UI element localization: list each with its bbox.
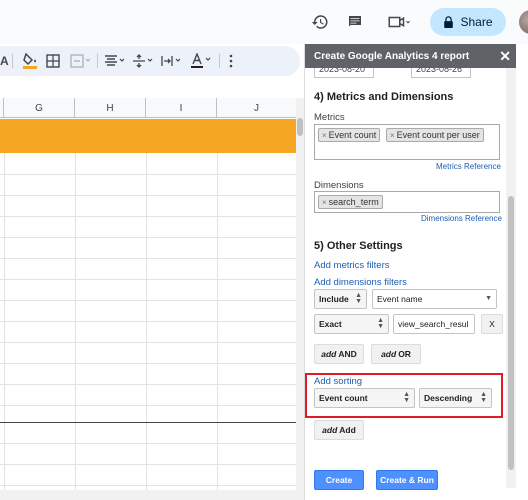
end-date-input[interactable]: 2023-08-26 <box>411 68 471 78</box>
grid-line <box>0 384 296 385</box>
top-app-bar: Share <box>0 0 528 44</box>
column-header-j[interactable]: J <box>217 98 296 118</box>
merge-cells-icon[interactable] <box>70 52 92 70</box>
metrics-label: Metrics <box>314 112 345 123</box>
more-icon[interactable] <box>228 52 234 70</box>
dimensions-label: Dimensions <box>314 180 364 191</box>
grid-line <box>0 300 296 301</box>
remove-filter-button[interactable]: X <box>481 314 503 334</box>
horizontal-align-icon[interactable] <box>104 52 128 70</box>
history-icon[interactable] <box>308 10 332 34</box>
dimensions-input[interactable]: × search_term <box>314 191 500 213</box>
sheet-grid[interactable]: G H I J <box>0 98 296 490</box>
toolbar-divider <box>12 54 13 68</box>
vertical-align-icon[interactable] <box>132 52 156 70</box>
filter-include-select[interactable]: Include ▲ ▼ <box>314 289 367 309</box>
grid-line <box>0 363 296 364</box>
add-or-button[interactable]: add OR <box>371 344 421 364</box>
grid-line <box>0 195 296 196</box>
share-button[interactable]: Share <box>430 8 506 36</box>
add-dimensions-filters-link[interactable]: Add dimensions filters <box>314 277 407 288</box>
dimension-chip[interactable]: × search_term <box>318 195 383 209</box>
grid-line <box>0 258 296 259</box>
grid-line <box>0 237 296 238</box>
metric-chip[interactable]: × Event count <box>318 128 381 142</box>
header-band <box>0 119 296 153</box>
ga4-report-panel: Create Google Analytics 4 report ✕ 2023-… <box>304 44 516 500</box>
sheet-horizontal-scrollbar[interactable] <box>0 490 304 500</box>
updown-arrow-icon: ▲ ▼ <box>377 317 384 330</box>
video-call-icon[interactable] <box>383 10 415 34</box>
filter-dimension-select[interactable]: Event name ▼ <box>372 289 497 309</box>
lock-icon <box>444 16 454 28</box>
grid-line <box>0 216 296 217</box>
updown-arrow-icon: ▲ ▼ <box>355 292 362 305</box>
grid-line <box>0 464 296 465</box>
remove-chip-icon[interactable]: × <box>322 131 327 140</box>
toolbar-divider <box>219 54 220 68</box>
panel-title: Create Google Analytics 4 report <box>314 50 470 62</box>
formatting-toolbar: A <box>0 46 300 76</box>
metrics-section-title: 4) Metrics and Dimensions <box>314 91 454 103</box>
grid-line <box>0 174 296 175</box>
text-rotation-icon[interactable] <box>160 52 184 70</box>
create-button[interactable]: Create <box>314 470 364 490</box>
start-date-input[interactable]: 2023-08-20 <box>314 68 374 78</box>
column-header-i[interactable]: I <box>146 98 217 118</box>
scrollbar-thumb[interactable] <box>297 118 303 136</box>
close-icon[interactable]: ✕ <box>499 48 511 64</box>
filter-value-input[interactable]: view_search_resul <box>393 314 475 334</box>
panel-scrollbar[interactable] <box>506 68 516 488</box>
borders-icon[interactable] <box>46 52 60 70</box>
avatar[interactable] <box>519 10 528 34</box>
share-label: Share <box>460 15 493 29</box>
sheet-vertical-scrollbar[interactable] <box>296 98 304 490</box>
grid-line <box>0 321 296 322</box>
metrics-input[interactable]: × Event count × Event count per user <box>314 124 500 160</box>
remove-chip-icon[interactable]: × <box>322 198 327 207</box>
sheet-bottom-border <box>0 422 296 423</box>
scrollbar-thumb[interactable] <box>508 196 514 470</box>
filter-match-select[interactable]: Exact ▲ ▼ <box>314 314 389 334</box>
add-sort-button[interactable]: add Add <box>314 420 364 440</box>
font-size-partial[interactable]: A <box>0 52 9 70</box>
comment-icon[interactable] <box>343 10 367 34</box>
fill-color-icon[interactable] <box>22 52 38 70</box>
grid-line <box>0 405 296 406</box>
chevron-down-icon: ▼ <box>485 295 492 302</box>
dimensions-reference-link[interactable]: Dimensions Reference <box>421 214 502 223</box>
grid-line <box>0 443 296 444</box>
grid-line <box>0 342 296 343</box>
column-header-g[interactable]: G <box>4 98 75 118</box>
grid-line <box>0 485 296 486</box>
panel-header: Create Google Analytics 4 report ✕ <box>305 44 516 68</box>
metrics-reference-link[interactable]: Metrics Reference <box>436 162 501 171</box>
create-and-run-button[interactable]: Create & Run <box>376 470 438 490</box>
column-header-row: G H I J <box>0 98 296 118</box>
remove-chip-icon[interactable]: × <box>390 131 395 140</box>
add-metrics-filters-link[interactable]: Add metrics filters <box>314 260 390 271</box>
other-settings-title: 5) Other Settings <box>314 240 403 252</box>
text-color-icon[interactable] <box>190 52 214 70</box>
sorting-highlight-box <box>305 373 503 418</box>
grid-line <box>0 279 296 280</box>
metric-chip[interactable]: × Event count per user <box>386 128 484 142</box>
add-and-button[interactable]: add AND <box>314 344 364 364</box>
column-header-h[interactable]: H <box>75 98 146 118</box>
toolbar-divider <box>97 54 98 68</box>
